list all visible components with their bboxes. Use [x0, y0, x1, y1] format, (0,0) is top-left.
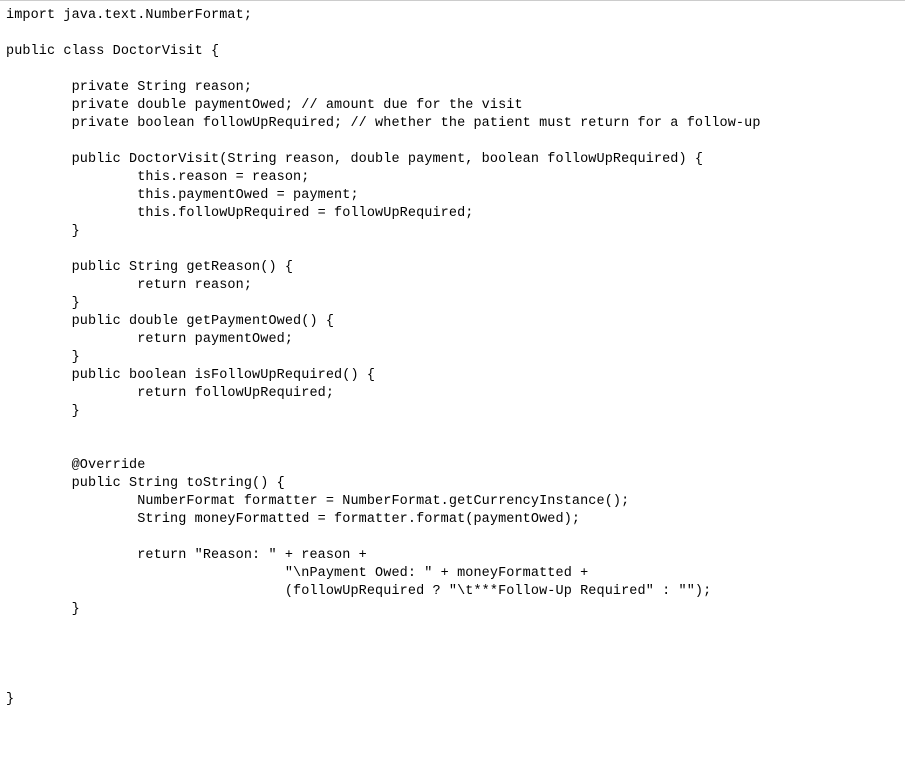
- code-block: import java.text.NumberFormat; public cl…: [0, 1, 905, 709]
